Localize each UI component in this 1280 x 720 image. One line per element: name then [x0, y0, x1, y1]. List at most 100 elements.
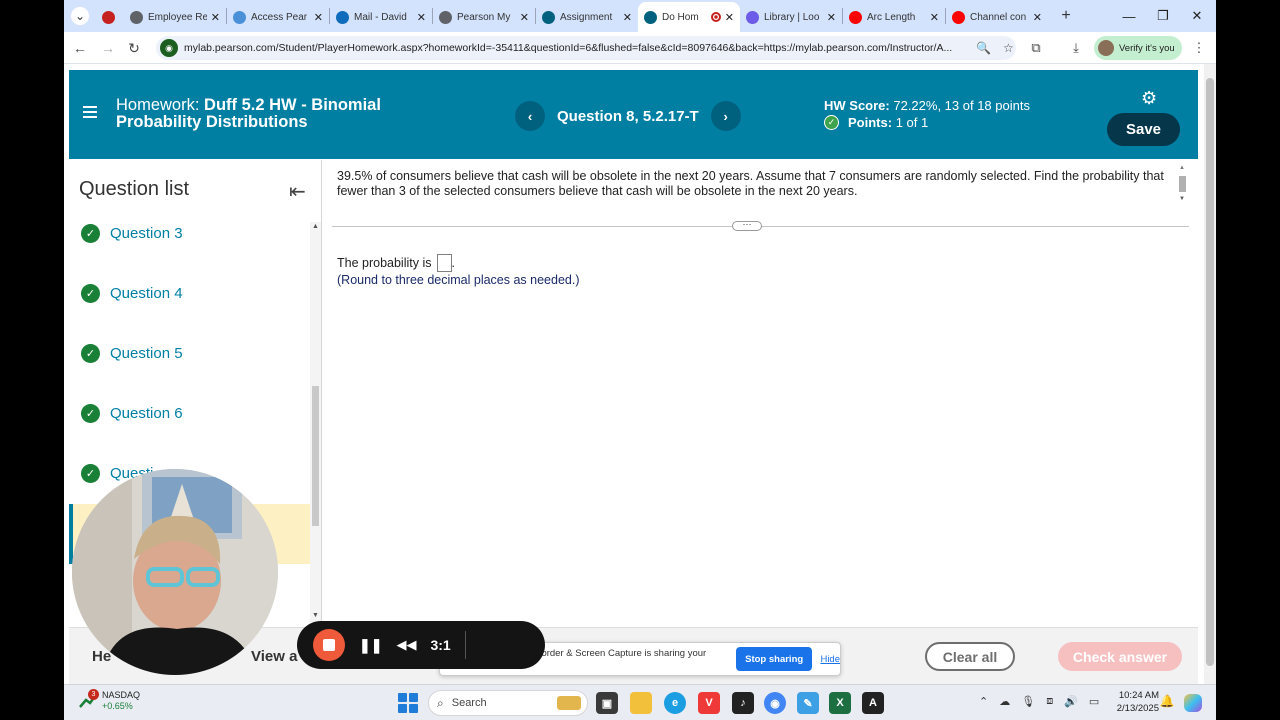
browser-toolbar: ← → ↻ ◉ mylab.pearson.com/Student/Player…	[64, 32, 1216, 64]
back-button[interactable]: ←	[66, 34, 94, 62]
minimize-button[interactable]: —	[1112, 0, 1146, 32]
windows-start-icon[interactable]	[398, 693, 418, 713]
pearson-icon	[542, 10, 555, 24]
browser-tab[interactable]: Pearson My ✕	[433, 2, 535, 32]
pane-resize-handle[interactable]: ···	[732, 220, 762, 231]
gear-icon[interactable]: ⚙	[1141, 88, 1157, 109]
question-list-title: Question list	[79, 178, 190, 200]
question-list-scrollbar[interactable]: ▲ ▼	[310, 222, 321, 622]
homework-title: Homework: Duff 5.2 HW - Binomial Probabi…	[116, 97, 446, 131]
site-info-icon[interactable]: ◉	[160, 39, 178, 57]
chevron-up-icon[interactable]: ⌃	[979, 695, 988, 708]
paint-icon[interactable]: ✎	[797, 692, 819, 714]
browser-tab[interactable]: Employee Re ✕	[124, 2, 226, 32]
menu-icon[interactable]: ⋮	[1187, 36, 1211, 60]
scroll-up-icon[interactable]: ▲	[312, 223, 319, 230]
file-explorer-icon[interactable]	[630, 692, 652, 714]
browser-tab[interactable]: Mail - David ✕	[330, 2, 432, 32]
save-button[interactable]: Save	[1107, 113, 1180, 146]
cloud-icon[interactable]: ☁	[999, 695, 1010, 708]
address-bar[interactable]: ◉ mylab.pearson.com/Student/PlayerHomewo…	[156, 36, 1016, 60]
edge-icon[interactable]: e	[664, 692, 686, 714]
hide-link[interactable]: Hide	[820, 654, 840, 665]
stock-widget[interactable]: 3 NASDAQ +0.65%	[78, 689, 140, 712]
reload-button[interactable]: ↻	[120, 34, 148, 62]
pause-icon[interactable]: ❚❚	[359, 637, 382, 654]
restore-button[interactable]: ❐	[1146, 0, 1180, 32]
question-list-item[interactable]: ✓ Question 3	[81, 224, 183, 243]
scrollbar-thumb[interactable]	[312, 386, 319, 526]
question-list-item[interactable]: ✓ Question 5	[81, 344, 183, 363]
stop-recording-button[interactable]	[313, 629, 345, 661]
browser-tab[interactable]: Access Pear ✕	[227, 2, 329, 32]
close-tab-icon[interactable]: ✕	[1033, 11, 1042, 24]
question-list-item[interactable]: ✓ Question 4	[81, 284, 183, 303]
close-tab-icon[interactable]: ✕	[417, 11, 426, 24]
close-tab-icon[interactable]: ✕	[725, 11, 734, 24]
page-scrollbar[interactable]	[1204, 64, 1216, 684]
zoom-icon[interactable]: 🔍	[976, 41, 991, 55]
vivaldi-icon[interactable]: V	[698, 692, 720, 714]
scrollbar-thumb[interactable]	[1206, 78, 1214, 666]
browser-tab[interactable]: Arc Length ✕	[843, 2, 945, 32]
extensions-icon[interactable]: ⧉	[1024, 36, 1048, 60]
battery-icon[interactable]: ▭	[1089, 695, 1099, 708]
stop-sharing-button[interactable]: Stop sharing	[735, 647, 813, 671]
chrome-icon[interactable]: ◉	[764, 692, 786, 714]
browser-tab-label: Mail - David	[354, 11, 407, 23]
acrobat-icon[interactable]: A	[862, 692, 884, 714]
system-tray: ⌃ ☁ 🎙 ⧈ 🔊 ▭	[979, 695, 1110, 708]
scrollbar-thumb[interactable]	[1179, 176, 1186, 192]
collapse-panel-icon[interactable]: ⇤	[289, 179, 306, 204]
notifications-icon[interactable]: 🔔	[1158, 694, 1176, 712]
close-tab-icon[interactable]: ✕	[623, 11, 632, 24]
check-answer-button[interactable]: Check answer	[1058, 642, 1182, 671]
question-scrollbar[interactable]: ▲ ▼	[1177, 165, 1188, 205]
browser-tab[interactable]: Do Hom ✕	[638, 2, 740, 32]
close-tab-icon[interactable]: ✕	[827, 11, 836, 24]
volume-icon[interactable]: 🔊	[1064, 695, 1078, 708]
avatar	[1098, 40, 1114, 56]
view-an-example-link[interactable]: View a	[251, 648, 297, 665]
forward-button[interactable]: →	[94, 34, 122, 62]
close-tab-icon[interactable]: ✕	[211, 11, 220, 24]
task-view-icon[interactable]: ▣	[596, 692, 618, 714]
scroll-down-icon[interactable]: ▼	[1179, 196, 1185, 202]
new-tab-button[interactable]: +	[1052, 4, 1080, 28]
notification-badge: 3	[88, 689, 99, 700]
record-icon	[102, 10, 115, 24]
microphone-icon[interactable]: 🎙	[1021, 695, 1035, 708]
close-tab-icon[interactable]: ✕	[520, 11, 529, 24]
clock[interactable]: 10:24 AM 2/13/2025	[1104, 689, 1159, 715]
clear-all-button[interactable]: Clear all	[925, 642, 1015, 671]
stock-change: +0.65%	[102, 701, 133, 711]
close-tab-icon[interactable]: ✕	[314, 11, 323, 24]
bookmark-star-icon[interactable]: ☆	[1003, 41, 1014, 55]
previous-question-button[interactable]: ‹	[515, 101, 545, 131]
webcam-bubble[interactable]	[72, 469, 278, 675]
excel-icon[interactable]: X	[829, 692, 851, 714]
question-list-item[interactable]: ✓ Question 6	[81, 404, 183, 423]
tab-list: Employee Re ✕ Access Pear ✕ Mail - David ✕ Pea…	[96, 0, 1048, 32]
taskbar-search[interactable]: ⌕ Search	[428, 690, 588, 716]
scroll-down-icon[interactable]: ▼	[312, 612, 319, 619]
answer-input[interactable]	[436, 254, 452, 272]
browser-tab-label: Access Pear	[251, 11, 308, 23]
close-tab-icon[interactable]: ✕	[930, 11, 939, 24]
next-question-button[interactable]: ›	[710, 101, 741, 131]
close-window-button[interactable]: ✕	[1180, 0, 1214, 32]
scroll-up-icon[interactable]: ▲	[1179, 165, 1185, 171]
browser-tab[interactable]: Library | Loo ✕	[740, 2, 842, 32]
browser-tab[interactable]	[96, 2, 124, 32]
rewind-icon[interactable]: ◀◀	[396, 637, 416, 653]
copilot-icon[interactable]	[1184, 694, 1202, 712]
profile-verify-button[interactable]: Verify it's you	[1094, 36, 1182, 60]
browser-tab-label: Pearson My	[457, 11, 511, 23]
network-icon[interactable]: ⧈	[1046, 695, 1053, 708]
hamburger-menu-icon[interactable]	[83, 106, 97, 118]
browser-tab[interactable]: Assignment ✕	[536, 2, 638, 32]
download-icon[interactable]: ⤓	[1064, 36, 1088, 60]
tab-search-button[interactable]: ⌄	[64, 4, 96, 28]
app-icon[interactable]: ♪	[732, 692, 754, 714]
browser-tab[interactable]: Channel con ✕	[946, 2, 1048, 32]
